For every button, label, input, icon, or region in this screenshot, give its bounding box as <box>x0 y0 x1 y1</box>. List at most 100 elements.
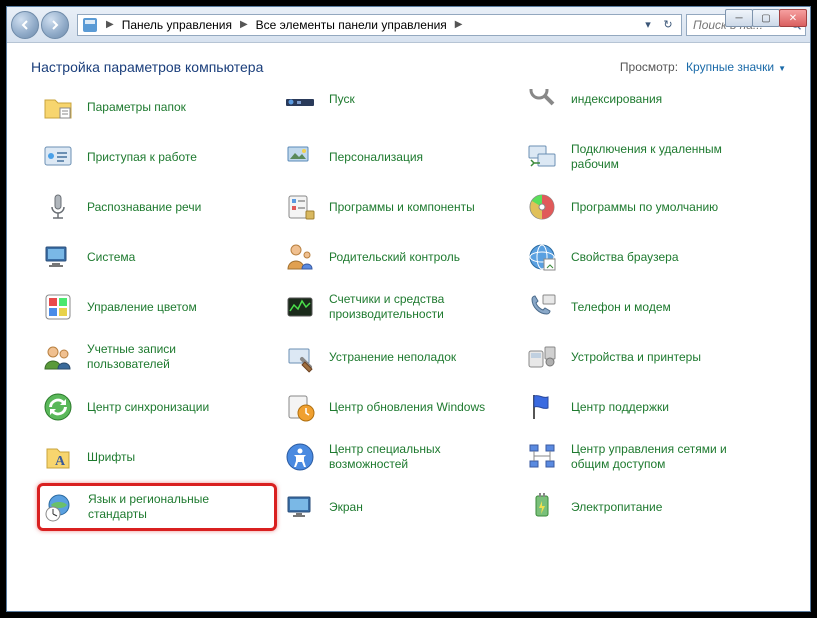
refresh-button[interactable]: ↻ <box>659 16 677 34</box>
panel-item-label[interactable]: Персонализация <box>329 150 423 165</box>
panel-item-label[interactable]: Свойства браузера <box>571 250 679 265</box>
taskbar-icon <box>283 89 317 109</box>
ease-icon <box>283 440 317 474</box>
chevron-right-icon[interactable]: ▶ <box>451 19 467 30</box>
panel-item[interactable]: Подключения к удаленным рабочим <box>521 133 771 181</box>
chevron-right-icon[interactable]: ▶ <box>236 19 252 30</box>
fonts-icon <box>41 440 75 474</box>
panel-item[interactable]: Экран <box>279 483 519 531</box>
panel-item-label[interactable]: Параметры папок <box>87 100 186 115</box>
panel-item[interactable]: Пуск <box>279 83 519 115</box>
panel-item[interactable]: Параметры папок <box>37 83 277 131</box>
breadcrumb-item[interactable]: Панель управления <box>122 18 232 32</box>
programs-icon <box>283 190 317 224</box>
items-grid: Параметры папок Пуск индексирования Приступ… <box>37 83 800 531</box>
panel-item-label[interactable]: Шрифты <box>87 450 135 465</box>
address-bar[interactable]: ▶ Панель управления ▶ Все элементы панел… <box>77 14 682 36</box>
phone-icon <box>525 290 559 324</box>
panel-item[interactable]: Учетные записи пользователей <box>37 333 277 381</box>
panel-item-label[interactable]: Центр синхронизации <box>87 400 209 415</box>
panel-item-label[interactable]: Устройства и принтеры <box>571 350 701 365</box>
panel-item[interactable]: Устройства и принтеры <box>521 333 771 381</box>
getting-started-icon <box>41 140 75 174</box>
panel-item-label[interactable]: Система <box>87 250 135 265</box>
panel-item[interactable]: Центр синхронизации <box>37 383 277 431</box>
browser-icon <box>525 240 559 274</box>
panel-item[interactable]: индексирования <box>521 83 771 115</box>
panel-item-label[interactable]: Центр поддержки <box>571 400 669 415</box>
panel-item[interactable]: Центр специальных возможностей <box>279 433 519 481</box>
panel-item-label[interactable]: Программы и компоненты <box>329 200 475 215</box>
defaults-icon <box>525 190 559 224</box>
panel-item-label[interactable]: Электропитание <box>571 500 662 515</box>
nav-buttons <box>11 11 69 39</box>
panel-item-label[interactable]: Счетчики и средства производительности <box>329 292 504 322</box>
panel-item-label[interactable]: Распознавание речи <box>87 200 201 215</box>
trouble-icon <box>283 340 317 374</box>
index-icon <box>525 89 559 109</box>
panel-item[interactable]: Свойства браузера <box>521 233 771 281</box>
sync-icon <box>41 390 75 424</box>
panel-item-label[interactable]: Программы по умолчанию <box>571 200 718 215</box>
panel-item[interactable]: Электропитание <box>521 483 771 531</box>
panel-item-label[interactable]: индексирования <box>571 92 662 107</box>
chevron-right-icon[interactable]: ▶ <box>102 19 118 30</box>
panel-item[interactable]: Распознавание речи <box>37 183 277 231</box>
panel-item[interactable]: Программы по умолчанию <box>521 183 771 231</box>
devices-icon <box>525 340 559 374</box>
arrow-right-icon <box>49 19 61 31</box>
panel-item-label[interactable]: Центр управления сетями и общим доступом <box>571 442 746 472</box>
parental-icon <box>283 240 317 274</box>
panel-item[interactable]: Шрифты <box>37 433 277 481</box>
panel-item[interactable]: Телефон и модем <box>521 283 771 331</box>
panel-item[interactable]: Персонализация <box>279 133 519 181</box>
power-icon <box>525 490 559 524</box>
maximize-button[interactable]: ▢ <box>752 9 780 27</box>
minimize-button[interactable]: ─ <box>725 9 753 27</box>
panel-item[interactable]: Счетчики и средства производительности <box>279 283 519 331</box>
back-button[interactable] <box>11 11 39 39</box>
forward-button[interactable] <box>41 11 69 39</box>
panel-item-label[interactable]: Экран <box>329 500 363 515</box>
view-dropdown[interactable]: Крупные значки▼ <box>686 60 786 74</box>
panel-item-label[interactable]: Язык и региональные стандарты <box>88 492 263 522</box>
panel-item[interactable]: Центр поддержки <box>521 383 771 431</box>
panel-item-label[interactable]: Центр обновления Windows <box>329 400 485 415</box>
personalization-icon <box>283 140 317 174</box>
perf-icon <box>283 290 317 324</box>
breadcrumb-item[interactable]: Все элементы панели управления <box>256 18 447 32</box>
panel-item[interactable]: Система <box>37 233 277 281</box>
flag-icon <box>525 390 559 424</box>
panel-item-label[interactable]: Учетные записи пользователей <box>87 342 262 372</box>
view-options: Просмотр: Крупные значки▼ <box>620 60 786 74</box>
region-icon <box>42 490 76 524</box>
items-scroll-area[interactable]: Параметры папок Пуск индексирования Приступ… <box>7 81 810 611</box>
color-icon <box>41 290 75 324</box>
panel-item[interactable]: Управление цветом <box>37 283 277 331</box>
arrow-left-icon <box>19 19 31 31</box>
update-icon <box>283 390 317 424</box>
panel-item-label[interactable]: Телефон и модем <box>571 300 671 315</box>
panel-item-label[interactable]: Родительский контроль <box>329 250 460 265</box>
panel-item-label[interactable]: Пуск <box>329 92 355 107</box>
panel-item-label[interactable]: Приступая к работе <box>87 150 197 165</box>
panel-item[interactable]: Устранение неполадок <box>279 333 519 381</box>
speech-icon <box>41 190 75 224</box>
panel-item[interactable]: Центр обновления Windows <box>279 383 519 431</box>
panel-item[interactable]: Центр управления сетями и общим доступом <box>521 433 771 481</box>
panel-item-label[interactable]: Устранение неполадок <box>329 350 456 365</box>
system-icon <box>41 240 75 274</box>
close-button[interactable]: ✕ <box>779 9 807 27</box>
dropdown-history-button[interactable]: ▾ <box>639 16 657 34</box>
panel-item-label[interactable]: Центр специальных возможностей <box>329 442 504 472</box>
panel-item[interactable]: Язык и региональные стандарты <box>37 483 277 531</box>
panel-item-label[interactable]: Подключения к удаленным рабочим <box>571 142 746 172</box>
network-icon <box>525 440 559 474</box>
content-header: Настройка параметров компьютера Просмотр… <box>7 43 810 81</box>
panel-item[interactable]: Приступая к работе <box>37 133 277 181</box>
panel-item[interactable]: Родительский контроль <box>279 233 519 281</box>
content-area: Настройка параметров компьютера Просмотр… <box>7 43 810 611</box>
panel-item[interactable]: Программы и компоненты <box>279 183 519 231</box>
panel-item-label[interactable]: Управление цветом <box>87 300 197 315</box>
display-icon <box>283 490 317 524</box>
